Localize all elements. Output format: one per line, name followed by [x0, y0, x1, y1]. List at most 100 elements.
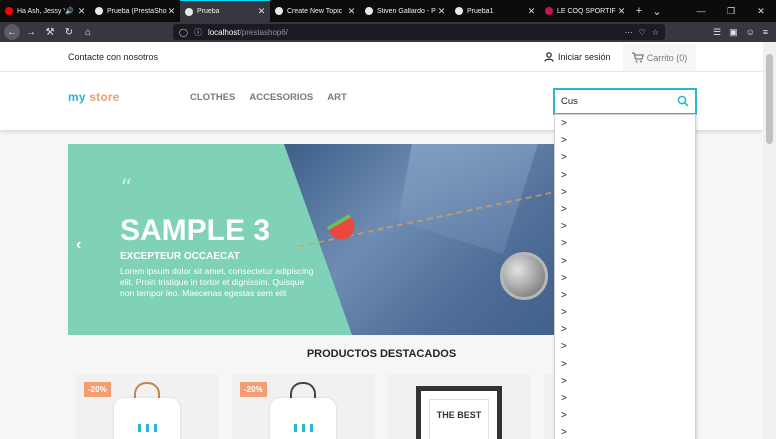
autocomplete-item[interactable]: > — [555, 132, 695, 149]
cart-button[interactable]: Carrito (0) — [623, 44, 696, 71]
browser-tab[interactable]: Prueba ✕ — [180, 0, 270, 22]
account-icon[interactable]: ☺ — [746, 27, 755, 38]
restore-icon[interactable]: ❐ — [716, 6, 746, 17]
tab-title: Prueba — [197, 8, 220, 15]
tab-title: Prueba (PrestaShop — [107, 7, 167, 15]
tab-close-icon[interactable]: ✕ — [257, 6, 266, 17]
customize-icon[interactable]: ⚒ — [42, 24, 58, 40]
tab-close-icon[interactable]: ✕ — [167, 6, 176, 17]
tab-close-icon[interactable]: ✕ — [347, 6, 356, 17]
slide-title: SAMPLE 3 — [120, 214, 271, 247]
tab-favicon-icon — [365, 7, 373, 15]
pocket-icon[interactable]: ♡ — [639, 28, 646, 37]
login-link[interactable]: Iniciar sesión — [544, 52, 611, 62]
metal-button — [500, 252, 548, 300]
logo-text-store: store — [89, 90, 120, 104]
login-label: Iniciar sesión — [558, 52, 611, 62]
reload-icon[interactable]: ↻ — [61, 24, 77, 40]
page-actions-icon[interactable]: ⋯ — [625, 28, 633, 37]
autocomplete-item[interactable]: > — [555, 373, 695, 390]
browser-tab[interactable]: Ha Ash, Jessy Y 🔊 ✕ — [0, 0, 90, 22]
tab-close-icon[interactable]: ✕ — [77, 6, 86, 17]
autocomplete-item[interactable]: > — [555, 270, 695, 287]
search-box — [553, 88, 697, 115]
store-top-bar: Contacte con nosotros Iniciar sesión Car… — [0, 42, 763, 72]
autocomplete-item[interactable]: > — [555, 201, 695, 218]
print-mark — [294, 424, 297, 432]
product-card[interactable]: -20% — [232, 374, 375, 439]
product-card[interactable]: -20% — [76, 374, 219, 439]
page-scrollbar[interactable] — [763, 42, 776, 439]
library-icon[interactable]: ☰ — [713, 27, 721, 38]
autocomplete-item[interactable]: > — [555, 338, 695, 355]
close-icon[interactable]: ✕ — [746, 6, 776, 17]
slide-description: Lorem ipsum dolor sit amet, consectetur … — [120, 266, 314, 298]
browser-tab[interactable]: Prueba1 ✕ — [450, 0, 540, 22]
menu-item-art[interactable]: ART — [327, 92, 347, 103]
autocomplete-item[interactable]: > — [555, 167, 695, 184]
contact-link[interactable]: Contacte con nosotros — [68, 52, 158, 62]
new-tab-icon[interactable]: + — [630, 5, 648, 17]
autocomplete-item[interactable]: > — [555, 253, 695, 270]
slider-prev-arrow[interactable]: ‹ — [76, 236, 81, 254]
autocomplete-item[interactable]: > — [555, 356, 695, 373]
tab-favicon-icon — [5, 7, 13, 15]
autocomplete-item[interactable]: > — [555, 407, 695, 424]
browser-tab[interactable]: LE COQ SPORTIF ✕ — [540, 0, 630, 22]
autocomplete-item[interactable]: > — [555, 235, 695, 252]
tab-close-icon[interactable]: ✕ — [617, 6, 626, 17]
tab-audio-icon[interactable]: 🔊 — [65, 7, 74, 15]
tab-list-icon[interactable]: ⌄ — [648, 5, 666, 18]
tab-favicon-icon — [455, 7, 463, 15]
autocomplete-item[interactable]: > — [555, 304, 695, 321]
autocomplete-item[interactable]: > — [555, 390, 695, 407]
tab-close-icon[interactable]: ✕ — [437, 6, 446, 17]
menu-icon[interactable]: ≡ — [763, 27, 768, 38]
print-mark — [154, 424, 157, 432]
search-input[interactable] — [561, 94, 671, 109]
slide-subtitle: EXCEPTEUR OCCAECAT — [120, 251, 240, 262]
url-bar[interactable]: ◯ ⓘ localhost/prestashop6/ ⋯ ♡ ☆ — [173, 24, 665, 40]
shield-icon[interactable]: ◯ — [179, 28, 188, 37]
scrollbar-thumb[interactable] — [766, 54, 773, 144]
browser-tab[interactable]: Create New Topic ✕ — [270, 0, 360, 22]
tab-title: Create New Topic — [287, 7, 343, 15]
url-path: /prestashop6/ — [239, 27, 289, 37]
print-mark — [146, 424, 149, 432]
product-card[interactable]: THE BEST — [388, 374, 531, 439]
back-icon[interactable]: ← — [4, 24, 20, 40]
browser-window: Ha Ash, Jessy Y 🔊 ✕ Prueba (PrestaShop ✕ Prue… — [0, 0, 776, 439]
menu-item-accesorios[interactable]: ACCESORIOS — [249, 92, 313, 103]
print-mark — [138, 424, 141, 432]
tab-title: Prueba1 — [467, 7, 494, 15]
browser-tab[interactable]: Stiven Gallardo - P ✕ — [360, 0, 450, 22]
poster-text: THE BEST — [429, 399, 489, 439]
tab-strip: Ha Ash, Jessy Y 🔊 ✕ Prueba (PrestaShop ✕ Prue… — [0, 0, 776, 22]
autocomplete-item[interactable]: > — [555, 184, 695, 201]
poster-frame: THE BEST — [416, 386, 502, 439]
bookmark-star-icon[interactable]: ☆ — [652, 28, 659, 37]
info-icon[interactable]: ⓘ — [194, 27, 202, 38]
autocomplete-item[interactable]: > — [555, 115, 695, 132]
cart-icon — [631, 52, 644, 63]
autocomplete-item[interactable]: > — [555, 321, 695, 338]
tab-favicon-icon — [545, 7, 553, 15]
autocomplete-item[interactable]: > — [555, 424, 695, 439]
browser-tab[interactable]: Prueba (PrestaShop ✕ — [90, 0, 180, 22]
minimize-icon[interactable]: — — [686, 6, 716, 16]
tab-close-icon[interactable]: ✕ — [527, 6, 536, 17]
search-icon[interactable] — [677, 95, 689, 107]
tab-title: Ha Ash, Jessy Y — [17, 7, 66, 15]
home-icon[interactable]: ⌂ — [80, 24, 96, 40]
url-host: localhost — [207, 27, 240, 37]
tshirt — [270, 398, 336, 439]
store-logo[interactable]: my store — [68, 90, 120, 104]
forward-icon[interactable]: → — [23, 24, 39, 40]
logo-text-my: my — [68, 90, 86, 104]
autocomplete-item[interactable]: > — [555, 287, 695, 304]
sidebar-icon[interactable]: ▣ — [729, 27, 738, 38]
navigation-bar: ← → ⚒ ↻ ⌂ ◯ ⓘ localhost/prestashop6/ ⋯ ♡… — [0, 22, 776, 42]
menu-item-clothes[interactable]: CLOTHES — [190, 92, 235, 103]
autocomplete-item[interactable]: > — [555, 218, 695, 235]
autocomplete-item[interactable]: > — [555, 149, 695, 166]
